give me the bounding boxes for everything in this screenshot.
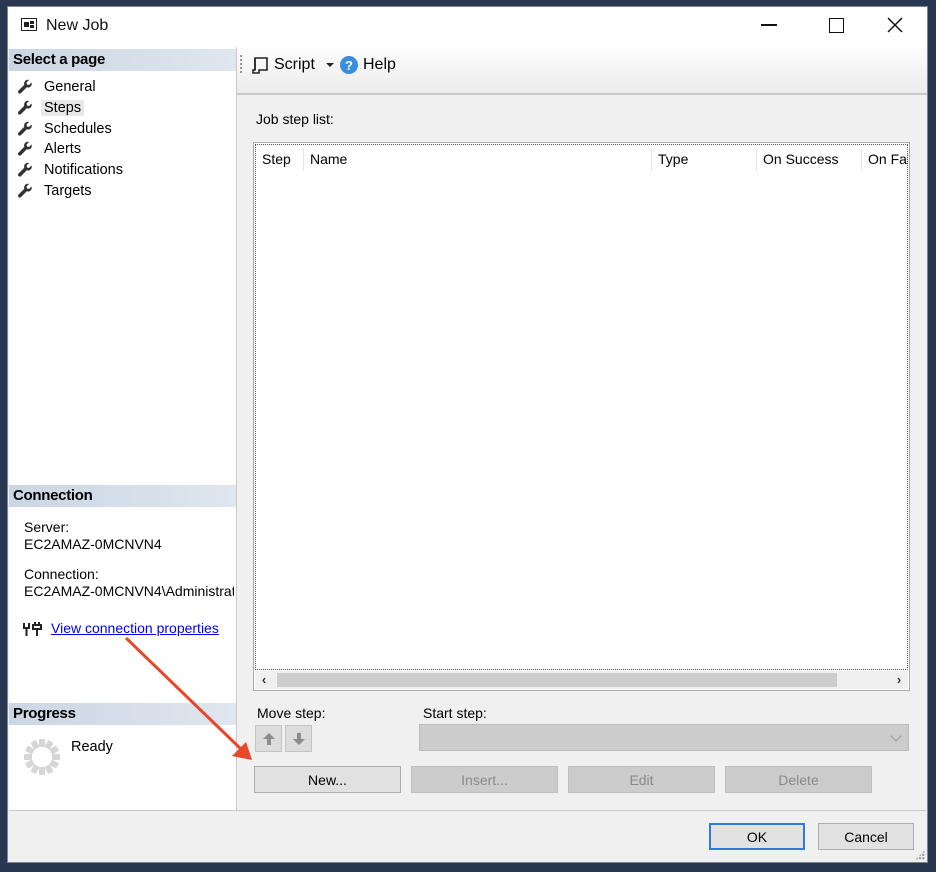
column-header-on-failure[interactable]: On Failure [862,149,908,171]
ok-button[interactable]: OK [709,823,805,850]
connection-value: EC2AMAZ-0MCNVN4\Administrator [24,583,234,599]
connection-label: Connection: [24,566,99,582]
job-step-list[interactable]: Step Name Type On Success On Failure ‹ › [253,142,910,691]
script-button[interactable]: Script [251,53,315,77]
start-step-select[interactable] [419,724,909,751]
wrench-icon [17,183,32,198]
window-title: New Job [46,17,109,34]
start-step-label: Start step: [423,705,487,721]
progress-status: Ready [71,739,113,755]
scroll-left-icon[interactable]: ‹ [255,671,273,689]
column-header-type[interactable]: Type [652,149,757,171]
sidebar-item-label: Targets [44,183,92,199]
plug-icon [23,622,42,636]
column-header-name[interactable]: Name [304,149,652,171]
close-button[interactable] [872,7,918,43]
close-icon [887,17,903,33]
sidebar-item-schedules[interactable]: Schedules [17,119,115,139]
new-step-button[interactable]: New... [254,766,401,793]
script-label: Script [274,56,315,73]
maximize-icon [828,17,844,33]
job-step-list-label: Job step list: [256,111,334,127]
wrench-icon [17,79,32,94]
footer-divider [9,810,926,811]
job-step-list-body: Step Name Type On Success On Failure [255,144,908,670]
arrow-down-icon [292,732,305,745]
left-pane: Select a page General Steps Schedules Alert… [9,47,237,811]
wrench-icon [17,121,32,136]
scrollbar-thumb[interactable] [277,673,837,687]
insert-step-button[interactable]: Insert... [411,766,558,793]
arrow-up-icon [262,732,275,745]
spinner-segment [39,767,45,775]
wrench-icon [17,162,32,177]
toolbar: Script ? Help [237,47,927,95]
progress-spinner-icon [24,739,60,775]
title-bar: New Job [8,7,927,47]
toolbar-grip[interactable] [240,55,242,73]
server-label: Server: [24,519,70,535]
sidebar-item-alerts[interactable]: Alerts [17,139,84,159]
help-button[interactable]: ? Help [340,53,396,77]
edit-step-button[interactable]: Edit [568,766,715,793]
sidebar-item-label: General [44,79,96,95]
move-step-up-button[interactable] [255,725,282,752]
delete-step-button[interactable]: Delete [725,766,872,793]
view-connection-properties-link[interactable]: View connection properties [51,620,219,636]
help-icon: ? [340,56,358,74]
column-header-step[interactable]: Step [256,149,304,171]
minimize-button[interactable] [746,7,792,43]
sidebar-item-notifications[interactable]: Notifications [17,160,126,180]
move-step-label: Move step: [257,705,326,721]
column-header-on-success[interactable]: On Success [757,149,862,171]
progress-header: Progress [9,703,236,725]
script-icon [252,57,268,74]
scroll-right-icon[interactable]: › [890,671,908,689]
wrench-icon [17,100,32,115]
spinner-segment [52,754,60,760]
connection-header: Connection [9,485,236,507]
server-value: EC2AMAZ-0MCNVN4 [24,536,162,552]
sidebar-item-label: Schedules [44,120,112,137]
help-label: Help [363,56,396,73]
chevron-down-icon [890,730,902,742]
wrench-icon [17,142,32,157]
sidebar-item-label: Alerts [44,141,82,158]
app-window-icon [21,18,37,31]
horizontal-scrollbar[interactable]: ‹ › [255,671,908,689]
move-step-down-button[interactable] [285,725,312,752]
minimize-icon [761,24,777,26]
sidebar-item-general[interactable]: General [17,77,99,97]
spinner-segment [39,739,45,747]
select-page-header: Select a page [9,49,236,71]
resize-grip[interactable] [915,850,925,860]
cancel-button[interactable]: Cancel [818,823,914,850]
sidebar-item-label: Steps [41,99,85,116]
sidebar-item-label: Notifications [44,162,123,179]
new-job-dialog: New Job Select a page General Steps Schedu… [7,6,928,863]
script-dropdown-arrow-icon[interactable] [326,63,334,67]
sidebar-item-steps[interactable]: Steps [17,98,85,118]
maximize-button[interactable] [813,7,859,43]
spinner-segment [24,754,32,760]
sidebar-item-targets[interactable]: Targets [17,181,95,201]
